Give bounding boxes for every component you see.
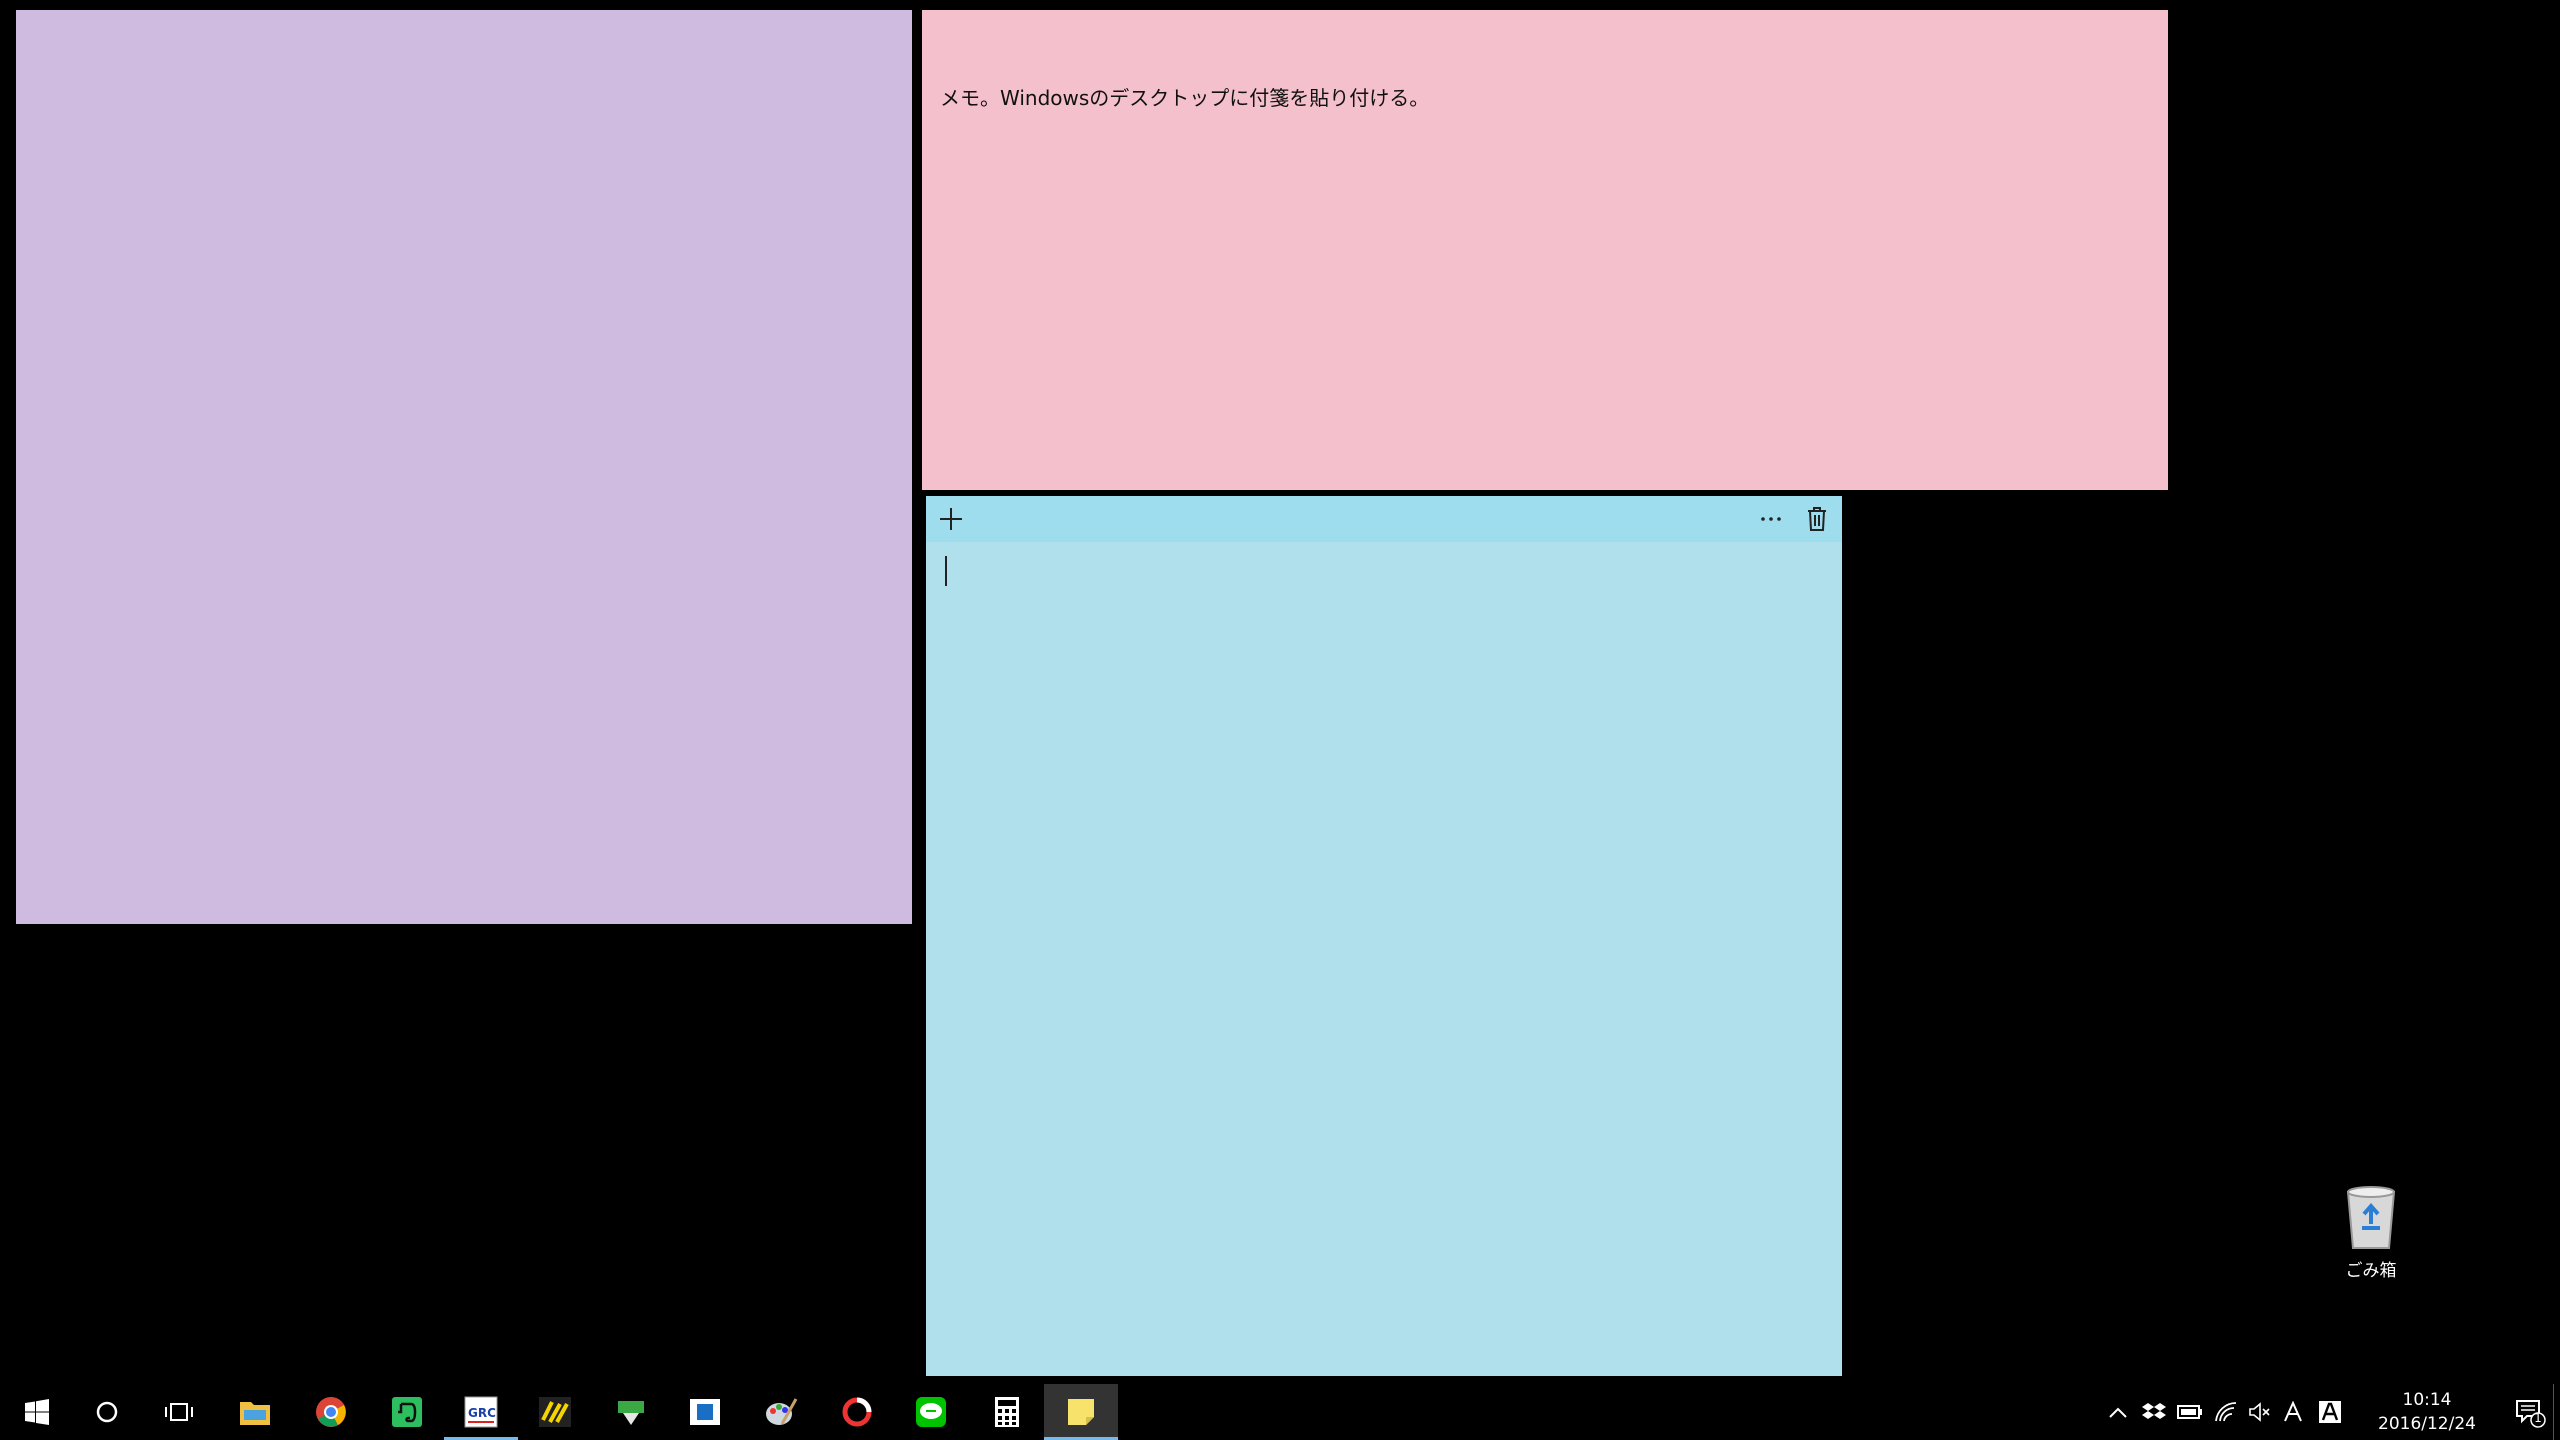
battery-tray-button[interactable] (2176, 1398, 2204, 1426)
cortana-button[interactable] (70, 1384, 144, 1440)
clock-date: 2016/12/24 (2378, 1414, 2476, 1434)
adobe-icon (842, 1397, 872, 1427)
file-explorer-icon (240, 1402, 270, 1425)
taskbar: GRC 10:14 2016/12/24 1 (0, 1384, 2560, 1440)
notification-count: 1 (2534, 1411, 2542, 1425)
paint-button[interactable] (744, 1384, 818, 1440)
sticky-note-pink[interactable]: メモ。Windowsのデスクトップに付箋を貼り付ける。 (922, 10, 2168, 490)
line-icon (916, 1397, 946, 1427)
adobe-tray-button[interactable] (2316, 1398, 2344, 1426)
svg-text:GRC: GRC (468, 1406, 496, 1420)
start-button[interactable] (0, 1384, 74, 1440)
show-hidden-icons-button[interactable] (2104, 1398, 2132, 1426)
sticky-notes-icon (1068, 1399, 1094, 1425)
recycle-bin-icon (2346, 1186, 2396, 1249)
recycle-bin-label: ごみ箱 (2345, 1261, 2397, 1281)
volume-mute-icon (2249, 1402, 2270, 1422)
clock[interactable]: 10:14 2016/12/24 (2372, 1388, 2482, 1436)
windows-icon (25, 1399, 49, 1425)
chevron-up-icon (2109, 1407, 2127, 1418)
paint-icon (766, 1398, 798, 1425)
sticky-notes-button[interactable] (1044, 1384, 1118, 1440)
adobe-tray-icon (2319, 1401, 2341, 1423)
file-explorer-button[interactable] (218, 1384, 292, 1440)
show-desktop-button[interactable] (2553, 1384, 2560, 1440)
grc-app-button[interactable]: GRC (444, 1384, 518, 1440)
dropbox-icon (2142, 1403, 2166, 1419)
task-view-button[interactable] (142, 1384, 216, 1440)
recycle-bin-shortcut[interactable]: ごみ箱 (2326, 1184, 2416, 1284)
window-app-icon (690, 1399, 720, 1425)
wifi-icon (2215, 1402, 2237, 1422)
note-header[interactable] (926, 496, 1842, 542)
download-icon (618, 1401, 644, 1425)
volume-tray-button[interactable] (2246, 1398, 2274, 1426)
chrome-icon (316, 1397, 346, 1427)
app-button[interactable] (518, 1384, 592, 1440)
grc-icon: GRC (464, 1396, 498, 1428)
action-center-button[interactable]: 1 (2514, 1396, 2546, 1428)
window-app-button[interactable] (668, 1384, 742, 1440)
delete-note-button[interactable] (1802, 504, 1832, 534)
sticky-note-blue[interactable] (926, 496, 1842, 1376)
more-options-button[interactable] (1756, 504, 1786, 534)
task-view-icon (165, 1403, 193, 1421)
network-tray-button[interactable] (2212, 1398, 2240, 1426)
line-button[interactable] (894, 1384, 968, 1440)
app-icon (539, 1397, 571, 1427)
plus-icon (940, 508, 962, 530)
text-cursor (945, 556, 947, 586)
more-icon (1761, 517, 1781, 521)
battery-icon (2177, 1405, 2202, 1419)
chrome-button[interactable] (294, 1384, 368, 1440)
calculator-icon (995, 1397, 1019, 1427)
sticky-note-purple[interactable] (16, 10, 912, 924)
cortana-icon (96, 1401, 118, 1423)
adobe-app-button[interactable] (820, 1384, 894, 1440)
note-text[interactable]: メモ。Windowsのデスクトップに付箋を貼り付ける。 (940, 82, 1429, 111)
add-note-button[interactable] (936, 504, 966, 534)
evernote-button[interactable] (370, 1384, 444, 1440)
trash-icon (1808, 507, 1826, 531)
ime-tray-button[interactable] (2280, 1398, 2308, 1426)
evernote-icon (392, 1397, 422, 1427)
ime-icon (2284, 1401, 2302, 1422)
calculator-button[interactable] (970, 1384, 1044, 1440)
clock-time: 10:14 (2402, 1390, 2452, 1410)
dropbox-tray-button[interactable] (2140, 1398, 2168, 1426)
download-app-button[interactable] (594, 1384, 668, 1440)
